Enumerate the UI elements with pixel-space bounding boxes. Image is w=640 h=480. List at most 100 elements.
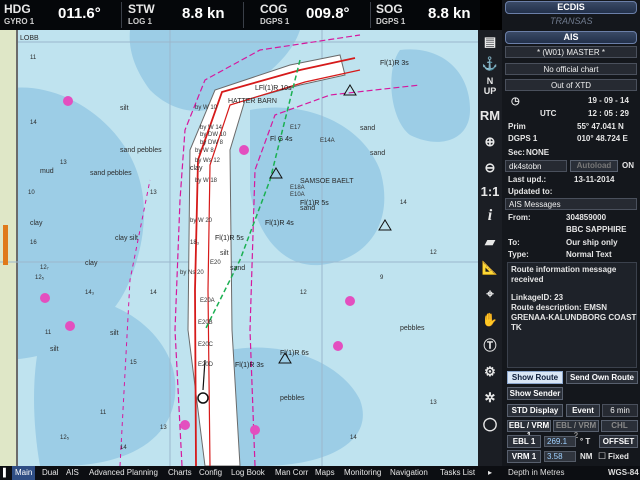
- t-icon[interactable]: Ⓣ: [479, 336, 501, 356]
- chart-depths-label: 15: [130, 360, 137, 366]
- refresh-icon[interactable]: ◯: [479, 414, 501, 434]
- zoom-in-icon[interactable]: ⊕: [479, 132, 501, 152]
- chart-depths-label: 12: [430, 250, 437, 256]
- settings-icon[interactable]: ✲: [479, 388, 501, 408]
- chart-seabed-label: sand: [230, 265, 246, 272]
- menu-man-corr[interactable]: Man Corr: [275, 466, 308, 480]
- ship-icon[interactable]: ⚓: [479, 54, 501, 74]
- send-own-route-button[interactable]: Send Own Route: [566, 371, 638, 384]
- message-text-box[interactable]: Route information message received Linka…: [507, 262, 637, 368]
- chart-route_labels-label: E10A: [290, 192, 305, 198]
- hdg-source: GYRO 1: [4, 17, 35, 26]
- chart-route_labels-label: by W 18: [195, 178, 218, 184]
- message-desc-2: GRENAA-KALUNDBORG COAST: [511, 313, 637, 322]
- tool-icon[interactable]: ⌖: [479, 284, 501, 304]
- chart-lights-label: Fl(1)R 3s: [380, 60, 409, 67]
- ebl1-button[interactable]: EBL 1: [507, 435, 541, 448]
- master-dropdown[interactable]: * (W01) MASTER *: [505, 46, 637, 58]
- message-desc-3: TK: [511, 323, 522, 332]
- menu-tasks-list[interactable]: Tasks List: [440, 466, 475, 480]
- chart-depths-label: 11: [45, 330, 52, 336]
- menu-dual[interactable]: Dual: [42, 466, 58, 480]
- chart-depths-label: 12₇: [40, 265, 49, 271]
- ais-mode-button[interactable]: AIS: [505, 31, 637, 44]
- ruler-icon[interactable]: 📐: [479, 258, 501, 278]
- chart-seabed-label: sand: [370, 150, 386, 157]
- north-up-top: N: [486, 76, 494, 86]
- from-label: From:: [508, 213, 531, 222]
- menu-ais[interactable]: AIS: [66, 466, 79, 480]
- last-update-label: Last upd.:: [508, 175, 547, 184]
- gear-icon[interactable]: ⚙: [479, 362, 501, 382]
- chart-canvas[interactable]: [0, 30, 480, 466]
- one-to-one-button[interactable]: 1:1: [479, 182, 501, 202]
- show-sender-button[interactable]: Show Sender: [507, 387, 563, 400]
- chart-status-dropdown[interactable]: No official chart: [505, 63, 637, 75]
- offset-button[interactable]: OFFSET: [599, 435, 638, 448]
- event-button[interactable]: Event: [566, 404, 600, 417]
- chart-seabed-label: silt: [50, 346, 59, 353]
- interval-dropdown[interactable]: 6 min: [602, 404, 638, 417]
- vrm1-value-field[interactable]: 3.58: [544, 451, 576, 462]
- stw-value: 8.8 kn: [182, 5, 225, 22]
- chart-route_labels-label: E20B: [198, 320, 213, 326]
- type-label: Type:: [508, 250, 529, 259]
- vrm1-unit: NM: [580, 452, 593, 461]
- chart-depths-label: 12₅: [35, 275, 45, 281]
- menu-more-arrow-icon[interactable]: ▸: [488, 466, 492, 480]
- menu-log-book[interactable]: Log Book: [231, 466, 265, 480]
- clock-icon: ◷: [511, 96, 520, 107]
- chart-seabed-label: clay: [190, 165, 203, 172]
- menu-advanced-planning[interactable]: Advanced Planning: [89, 466, 158, 480]
- menu-main[interactable]: Main: [12, 466, 36, 480]
- sec-value: NONE: [526, 148, 550, 157]
- sec-label: Sec:: [508, 148, 525, 157]
- menu-navigation[interactable]: Navigation: [390, 466, 428, 480]
- zoom-out-icon[interactable]: ⊖: [479, 158, 501, 178]
- ebl-vrm-2-tab[interactable]: EBL / VRM 2: [553, 420, 599, 440]
- chart-places-label: LOBB: [20, 35, 39, 42]
- chart-depths-label: 13: [160, 425, 167, 431]
- stw-label: STW: [128, 2, 155, 16]
- layer-icon[interactable]: ▰: [479, 232, 501, 252]
- sog-source: DGPS 1: [376, 17, 406, 26]
- prim-label: Prim: [508, 122, 526, 131]
- chart-seabed-label: clay: [30, 220, 43, 227]
- longitude-value: 010° 48.724 E: [577, 134, 628, 143]
- date-value: 19 - 09 - 14: [588, 96, 629, 105]
- chart-lights-label: Fl G 4s: [270, 136, 293, 143]
- chart-depths-label: 11: [30, 55, 37, 61]
- window-icon[interactable]: ▌: [3, 466, 9, 480]
- instrument-bar: HDG GYRO 1 011.6° STW LOG 1 8.8 kn COG D…: [0, 0, 480, 30]
- panel-icon[interactable]: ▤: [479, 32, 501, 52]
- chart-depths-label: 18₃: [190, 240, 200, 246]
- menu-maps[interactable]: Maps: [315, 466, 335, 480]
- menu-config[interactable]: Config: [199, 466, 222, 480]
- chart-depths-label: 12₅: [60, 435, 70, 441]
- cog-value: 009.8°: [306, 5, 350, 22]
- xtd-status-dropdown[interactable]: Out of XTD: [505, 79, 637, 91]
- info-button[interactable]: i: [479, 206, 501, 226]
- chl-tab[interactable]: CHL: [601, 420, 638, 432]
- north-up-button[interactable]: N UP: [479, 76, 501, 96]
- rm-button[interactable]: RM: [479, 106, 501, 126]
- chart-seabed-label: clay: [85, 260, 98, 267]
- ebl-vrm-1-tab[interactable]: EBL / VRM 1: [507, 420, 551, 440]
- autoload-button[interactable]: Autoload: [570, 160, 618, 172]
- std-display-button[interactable]: STD Display: [507, 404, 563, 417]
- hand-icon[interactable]: ✋: [479, 310, 501, 330]
- ebl1-value-field[interactable]: 269.1: [544, 436, 576, 447]
- user-dropdown[interactable]: dk4stobn: [505, 160, 567, 172]
- cog-source: DGPS 1: [260, 17, 290, 26]
- show-route-button[interactable]: Show Route: [507, 371, 563, 384]
- menu-monitoring[interactable]: Monitoring: [344, 466, 381, 480]
- ais-messages-dropdown[interactable]: AIS Messages: [505, 198, 637, 210]
- nautical-chart[interactable]: HATTER BARN SAMSOE BAELT LOBB mud sand pebbl…: [0, 30, 480, 466]
- vrm1-button[interactable]: VRM 1: [507, 450, 541, 463]
- utc-label: UTC: [540, 109, 557, 118]
- chart-seabed-label: pebbles: [400, 325, 425, 332]
- message-desc-1: Route description: EMSN: [511, 303, 608, 312]
- menu-charts[interactable]: Charts: [168, 466, 192, 480]
- chart-lights-label: LFl(1)R 10s: [255, 85, 292, 92]
- fixed-checkbox[interactable]: ☐: [598, 451, 606, 462]
